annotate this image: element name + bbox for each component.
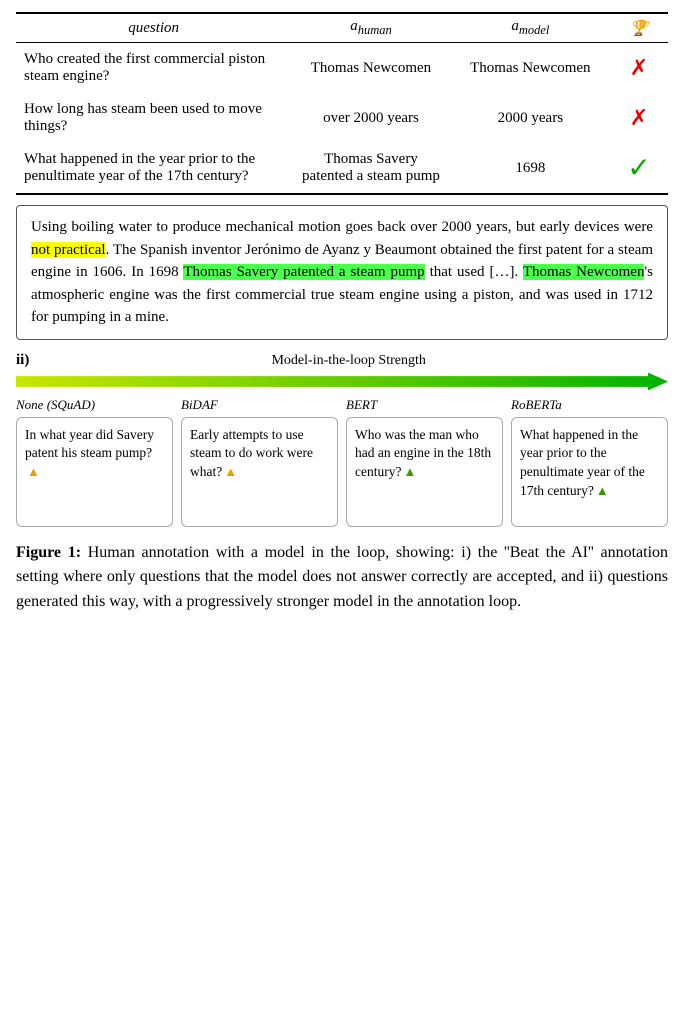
table-row: How long has steam been used to move thi… (16, 93, 668, 143)
card-text-none: In what year did Savery patent his steam… (25, 427, 154, 461)
passage-highlight-newcomen: Thomas Newcomen (523, 264, 645, 280)
strength-title: Model-in-the-loop Strength (29, 353, 668, 369)
passage-highlight-not-practical: not practical (31, 242, 106, 258)
a-model-sub: model (519, 23, 550, 37)
table-header-ahuman: ahuman (350, 18, 392, 34)
table-header-question: question (128, 20, 179, 36)
a-model-cell: Thomas Newcomen (451, 43, 610, 94)
model-col-none: None (SQuAD) In what year did Savery pat… (16, 397, 173, 527)
model-card-bidaf: Early attempts to use steam to do work w… (181, 417, 338, 527)
model-col-bert: BERT Who was the man who had an engine i… (346, 397, 503, 527)
table-row: What happened in the year prior to the p… (16, 143, 668, 194)
table-row: Who created the first commercial piston … (16, 43, 668, 94)
gradient-arrow (16, 373, 668, 391)
triangle-roberta: ▲ (596, 483, 609, 498)
question-cell: What happened in the year prior to the p… (16, 143, 291, 194)
section-ii-label: ii) (16, 352, 29, 369)
a-model-cell: 2000 years (451, 93, 610, 143)
model-label-bert: BERT (346, 397, 377, 413)
model-card-none: In what year did Savery patent his steam… (16, 417, 173, 527)
passage-highlight-savery: Thomas Savery patented a steam pump (183, 264, 424, 280)
model-label-bidaf: BiDAF (181, 397, 218, 413)
model-label-none: None (SQuAD) (16, 397, 95, 413)
strength-arrow (16, 373, 668, 391)
passage-box: Using boiling water to produce mechanica… (16, 205, 668, 340)
question-cell: Who created the first commercial piston … (16, 43, 291, 94)
model-col-bidaf: BiDAF Early attempts to use steam to do … (181, 397, 338, 527)
model-col-roberta: RoBERTa What happened in the year prior … (511, 397, 668, 527)
triangle-none: ▲ (27, 464, 40, 479)
model-card-bert: Who was the man who had an engine in the… (346, 417, 503, 527)
triangle-bert: ▲ (403, 464, 416, 479)
table-header-amodel: amodel (511, 18, 549, 34)
passage-text-before-h1: Using boiling water to produce mechanica… (31, 219, 653, 235)
a-human-sub: human (358, 23, 392, 37)
card-text-bidaf: Early attempts to use steam to do work w… (190, 427, 313, 480)
model-cards-container: None (SQuAD) In what year did Savery pat… (16, 397, 668, 527)
triangle-bidaf: ▲ (224, 464, 237, 479)
trophy-icon: 🏆 (630, 21, 649, 37)
question-cell: How long has steam been used to move thi… (16, 93, 291, 143)
qa-table: question ahuman amodel 🏆 Who created the… (16, 12, 668, 195)
passage-text-after-h2: that used […]. (425, 264, 523, 280)
a-human-cell: Thomas Newcomen (291, 43, 450, 94)
result-icon: ✗ (610, 43, 668, 94)
a-human-cell: over 2000 years (291, 93, 450, 143)
card-text-roberta: What happened in the year prior to the p… (520, 427, 645, 499)
a-model-cell: 1698 (451, 143, 610, 194)
caption-label: Figure 1: (16, 544, 81, 561)
model-card-roberta: What happened in the year prior to the p… (511, 417, 668, 527)
result-icon: ✓ (610, 143, 668, 194)
result-icon: ✗ (610, 93, 668, 143)
a-human-cell: Thomas Savery patented a steam pump (291, 143, 450, 194)
card-text-bert: Who was the man who had an engine in the… (355, 427, 491, 480)
caption-text: Human annotation with a model in the loo… (16, 544, 668, 611)
figure-caption: Figure 1: Human annotation with a model … (16, 541, 668, 615)
model-label-roberta: RoBERTa (511, 397, 562, 413)
